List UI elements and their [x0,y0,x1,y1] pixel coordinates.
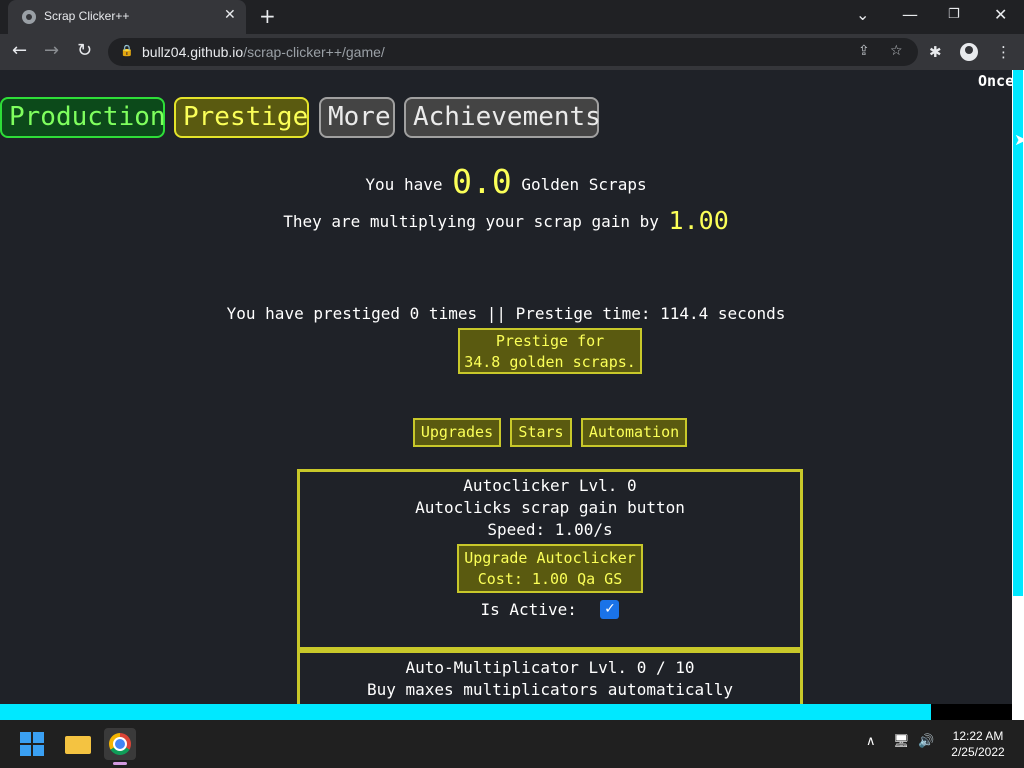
tab-prestige[interactable]: Prestige [174,97,309,138]
browser-tab[interactable]: Scrap Clicker++ ✕ [8,0,246,34]
upgrade-autoclicker-button[interactable]: Upgrade Autoclicker Cost: 1.00 Qa GS [457,544,643,593]
autoclicker-speed: Speed: 1.00/s [487,520,613,539]
network-icon[interactable]: 🖥 [893,734,910,749]
automultiplicator-title: Auto-Multiplicator Lvl. 0 / 10 [405,658,695,677]
address-bar[interactable]: 🔒 bullz04.github.io/scrap-clicker++/game… [108,38,918,66]
star-icon[interactable]: ☆ [890,43,903,59]
window-close-icon[interactable]: ✕ [994,5,1007,24]
volume-icon[interactable]: 🔊 [918,734,934,749]
tab-more[interactable]: More [319,97,395,138]
menu-icon[interactable]: ⋮ [996,43,1011,61]
tab-bar: Scrap Clicker++ ✕ + ⌄ — ❐ ✕ [0,0,1024,34]
taskbar: ∧ 🖥 🔊 12:22 AM 2/25/2022 [0,720,1024,768]
corner-text: Once [978,72,1012,90]
prestige-button-line1: Prestige for [495,332,605,350]
lock-icon[interactable]: 🔒 [120,44,134,57]
golden-scraps-line: You have 0.0 Golden Scraps [0,162,1012,201]
reload-icon[interactable]: ↻ [77,40,92,61]
tab-upgrades[interactable]: Upgrades [413,418,501,447]
automultiplicator-card: Auto-Multiplicator Lvl. 0 / 10 Buy maxes… [297,650,803,704]
automultiplicator-desc: Buy maxes multiplicators automatically [366,680,734,699]
prestige-button-line2: 34.8 golden scraps. [464,353,636,371]
tab-title: Scrap Clicker++ [44,9,130,23]
multiplier-text: They are multiplying your scrap gain by [283,212,659,231]
windows-start-icon[interactable] [20,732,44,756]
chevron-down-icon[interactable]: ⌄ [856,5,869,24]
share-icon[interactable]: ⇪ [858,43,870,59]
autoclicker-card: Autoclicker Lvl. 0 Autoclicks scrap gain… [297,469,803,650]
active-label: Is Active: [480,600,577,619]
forward-icon[interactable]: → [44,40,59,61]
prestige-button[interactable]: Prestige for 34.8 golden scraps. [458,328,642,374]
chrome-icon[interactable] [104,728,136,760]
tab-stars[interactable]: Stars [510,418,572,447]
autoclicker-desc: Autoclicks scrap gain button [415,498,685,517]
active-checkbox[interactable]: ✓ [600,600,620,619]
multiplier-value: 1.00 [668,206,729,235]
browser-toolbar: ← → ↻ 🔒 bullz04.github.io/scrap-clicker+… [0,34,1024,70]
close-icon[interactable]: ✕ [224,7,236,23]
golden-suffix: Golden Scraps [521,175,647,194]
back-icon[interactable]: ← [12,40,27,61]
upgrade-button-cost: Cost: 1.00 Qa GS [477,570,623,588]
new-tab-icon[interactable]: + [259,4,276,28]
clock[interactable]: 12:22 AM 2/25/2022 [948,728,1008,760]
game-page: Once Production Prestige More Achievemen… [0,70,1012,704]
progress-fill [0,704,932,720]
chevron-up-icon[interactable]: ∧ [866,734,876,749]
clock-time: 12:22 AM [952,729,1004,743]
golden-prefix: You have [365,175,443,194]
active-app-indicator [113,762,127,765]
upgrade-button-label: Upgrade Autoclicker [464,549,636,567]
restore-icon[interactable]: ❐ [948,7,960,22]
multiplier-line: They are multiplying your scrap gain by … [0,206,1012,235]
golden-amount: 0.0 [452,162,512,201]
clock-date: 2/25/2022 [951,745,1005,759]
profile-icon[interactable] [960,43,978,61]
mouse-cursor-icon: ➤ [1014,130,1024,149]
minimize-icon[interactable]: — [902,5,918,24]
autoclicker-title: Autoclicker Lvl. 0 [463,476,637,495]
extensions-icon[interactable]: ✱ [929,43,942,61]
tab-achievements[interactable]: Achievements [404,97,601,138]
prestige-info: You have prestiged 0 times || Prestige t… [226,304,786,323]
scrollbar[interactable] [1012,70,1024,720]
active-row: Is Active: ✓ [300,599,800,621]
url-text[interactable]: bullz04.github.io/scrap-clicker++/game/ [142,44,385,60]
progress-bar [0,704,1012,720]
globe-icon [22,10,36,24]
tab-production[interactable]: Production [0,97,166,138]
file-explorer-icon[interactable] [62,728,94,760]
tab-automation[interactable]: Automation [581,418,687,447]
